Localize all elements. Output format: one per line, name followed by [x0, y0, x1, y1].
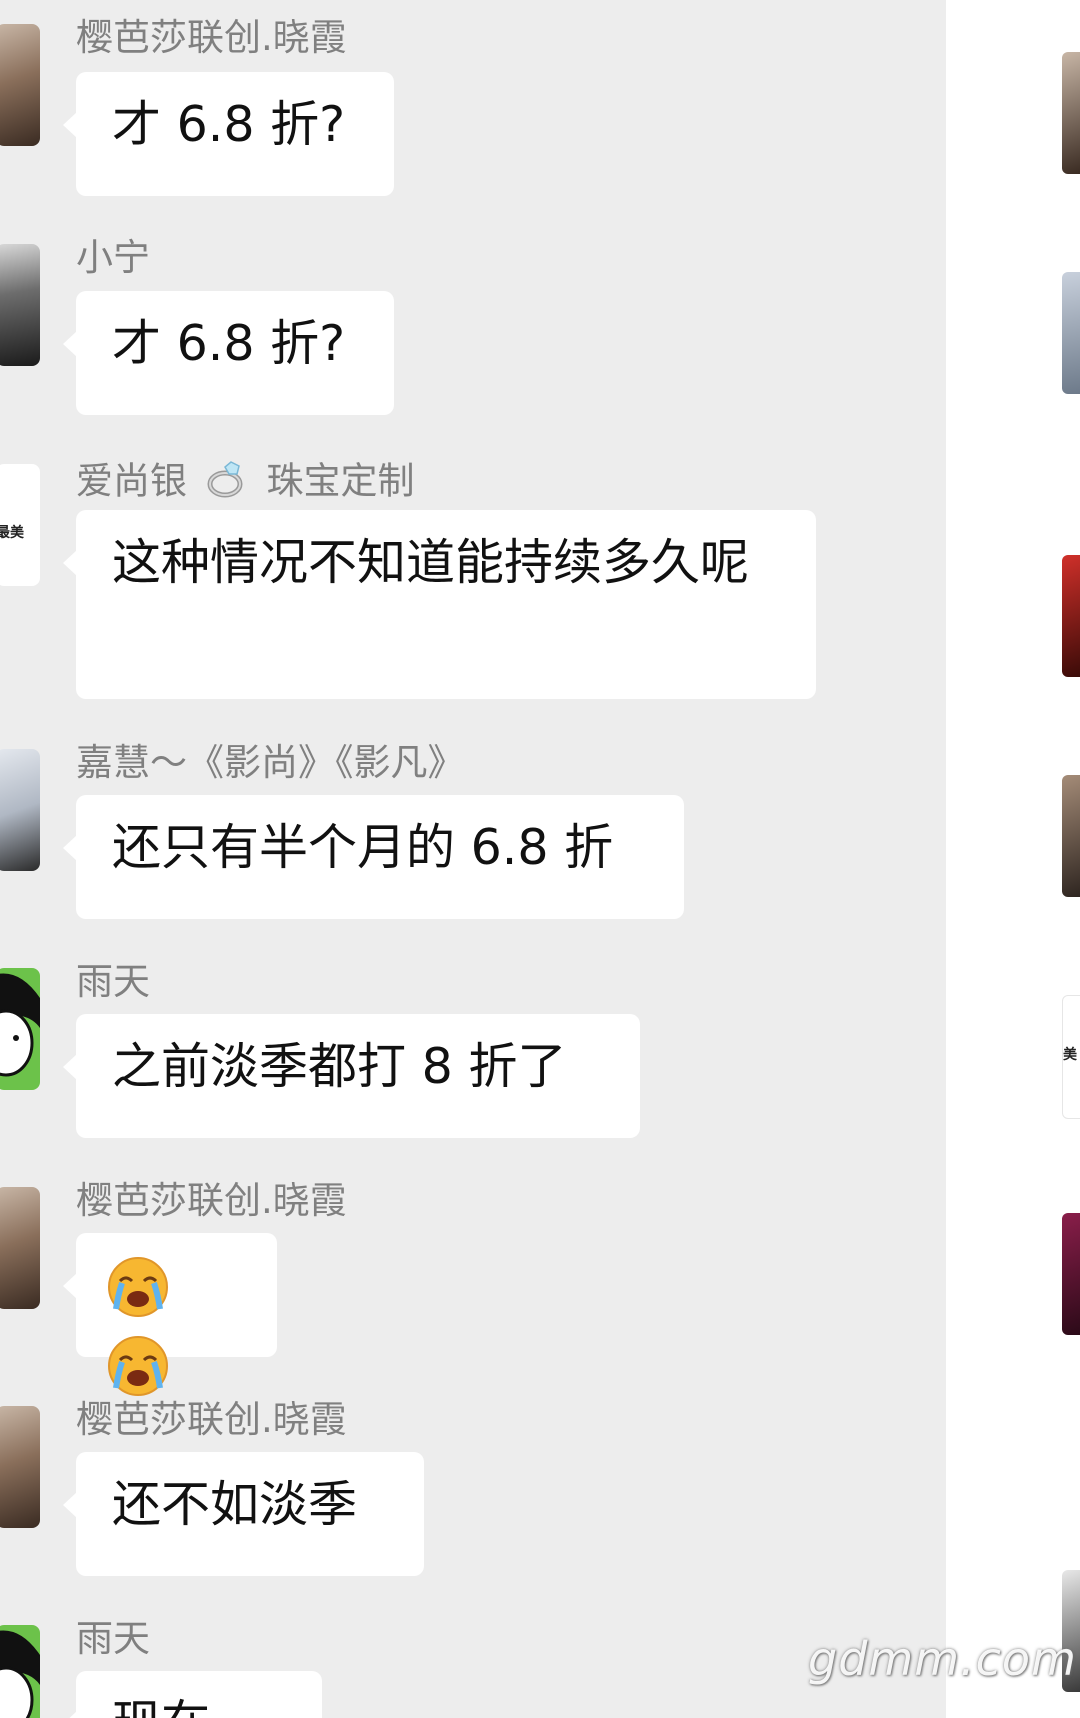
- avatar[interactable]: [0, 968, 40, 1090]
- sender-name: 小宁: [76, 236, 150, 279]
- avatar[interactable]: [0, 24, 40, 146]
- avatar[interactable]: 最美: [0, 464, 40, 586]
- sender-name-suffix: 珠宝定制: [266, 459, 415, 503]
- sender-name: 樱芭莎联创.晓霞: [76, 1398, 347, 1441]
- message-bubble[interactable]: 才 6.8 折?: [63, 291, 394, 415]
- ring-icon: [205, 456, 249, 510]
- cartoon-face-icon: [0, 1630, 40, 1718]
- avatar[interactable]: [0, 749, 40, 871]
- message-bubble[interactable]: 现在: [63, 1671, 322, 1718]
- message-text: 这种情况不知道能持续多久呢: [112, 534, 750, 591]
- sender-name: 爱尚银 珠宝定制: [76, 456, 415, 510]
- avatar[interactable]: 美: [1062, 995, 1080, 1119]
- message-text: 才 6.8 折?: [112, 315, 346, 372]
- sender-name-prefix: 爱尚银: [76, 459, 187, 503]
- sender-name: 嘉慧～《影尚》《影凡》: [76, 741, 465, 784]
- sender-name: 雨天: [76, 1617, 150, 1660]
- avatar-label: 最美: [0, 525, 24, 541]
- avatar-label: 美: [1063, 1047, 1077, 1063]
- message-text: 还不如淡季: [112, 1476, 358, 1533]
- watermark: gdmm.com: [808, 1632, 1077, 1686]
- message-text: 还只有半个月的 6.8 折: [112, 819, 614, 876]
- sender-name: 樱芭莎联创.晓霞: [76, 1179, 347, 1222]
- loudly-crying-face-icon: [106, 1255, 170, 1334]
- message-bubble[interactable]: 还不如淡季: [63, 1452, 424, 1576]
- message-bubble[interactable]: 之前淡季都打 8 折了: [63, 1014, 640, 1138]
- chat-message-list[interactable]: 樱芭莎联创.晓霞 才 6.8 折? 小宁 才 6.8 折? 最美 爱尚银 珠宝定…: [0, 0, 946, 1718]
- avatar[interactable]: [0, 244, 40, 366]
- message-text: 现在: [112, 1695, 210, 1718]
- avatar[interactable]: [0, 1625, 40, 1718]
- message-text: 之前淡季都打 8 折了: [112, 1038, 567, 1095]
- sender-name: 雨天: [76, 960, 150, 1003]
- avatar[interactable]: [1062, 555, 1080, 677]
- avatar[interactable]: [1062, 272, 1080, 394]
- message-bubble[interactable]: 才 6.8 折?: [63, 72, 394, 196]
- message-text: 才 6.8 折?: [112, 96, 346, 153]
- avatar[interactable]: [0, 1406, 40, 1528]
- cartoon-face-icon: [0, 973, 40, 1077]
- avatar[interactable]: [1062, 52, 1080, 174]
- sender-name: 樱芭莎联创.晓霞: [76, 16, 347, 59]
- message-bubble[interactable]: [63, 1233, 277, 1396]
- message-bubble[interactable]: 这种情况不知道能持续多久呢: [63, 510, 816, 699]
- avatar[interactable]: [1062, 1213, 1080, 1335]
- avatar[interactable]: [0, 1187, 40, 1309]
- avatar[interactable]: [1062, 775, 1080, 897]
- message-bubble[interactable]: 还只有半个月的 6.8 折: [63, 795, 684, 919]
